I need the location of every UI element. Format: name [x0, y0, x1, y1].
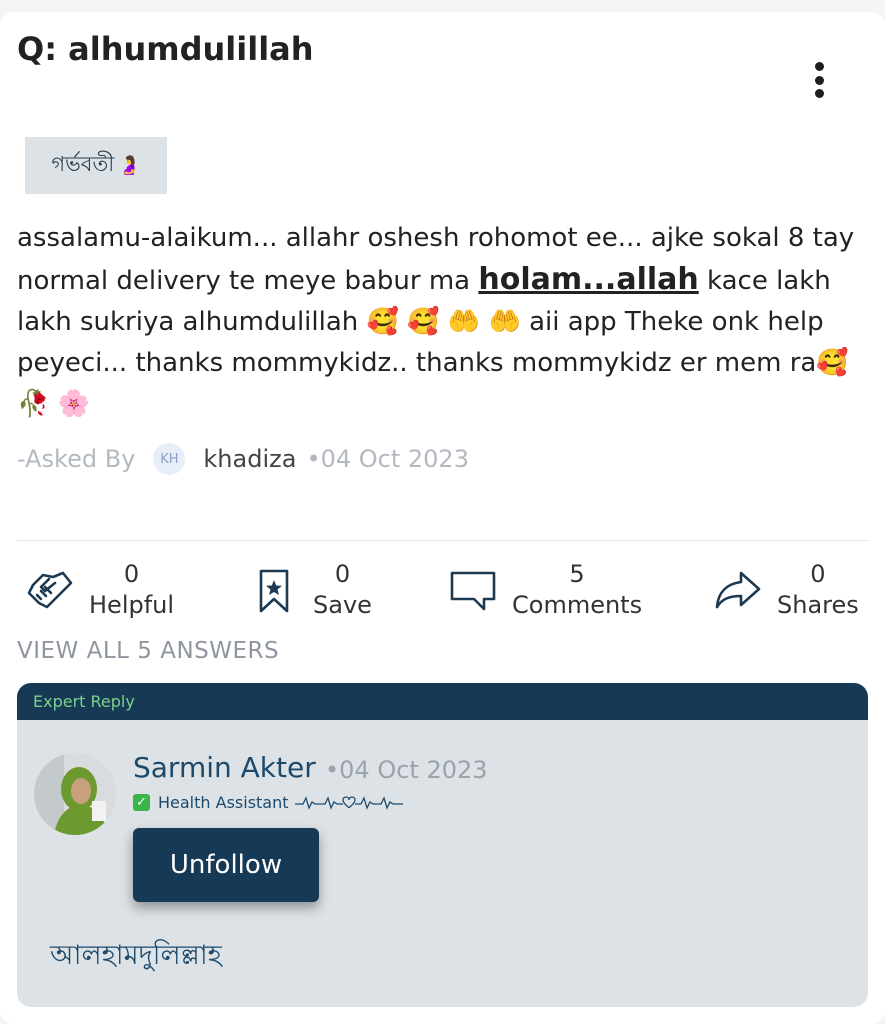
- shares-count: 0: [810, 559, 826, 588]
- comments-label: Comments: [512, 590, 643, 619]
- save-label: Save: [313, 590, 372, 619]
- expert-reply-header: Expert Reply: [17, 683, 868, 720]
- save-button[interactable]: 0 Save: [249, 552, 372, 627]
- question-body: assalamu-alaikum... allahr oshesh rohomo…: [17, 218, 877, 425]
- verified-check-icon: ✓: [133, 794, 150, 811]
- view-all-answers-link[interactable]: VIEW ALL 5 ANSWERS: [17, 638, 279, 664]
- question-date: •04 Oct 2023: [306, 445, 469, 473]
- asker-name[interactable]: khadiza: [203, 445, 296, 473]
- pregnant-emoji: 🤰: [118, 155, 141, 176]
- avatar[interactable]: [34, 753, 116, 835]
- share-button[interactable]: 0 Shares: [713, 552, 859, 627]
- asked-by-label: -Asked By: [17, 445, 136, 473]
- expert-reply-label: Expert Reply: [33, 692, 135, 711]
- comments-count: 5: [569, 559, 585, 588]
- bookmark-star-icon: [259, 569, 289, 612]
- comment-bubble-icon: [450, 571, 496, 610]
- shares-label: Shares: [777, 590, 859, 619]
- heartbeat-icon: [294, 795, 403, 810]
- more-options-icon[interactable]: [804, 60, 834, 100]
- save-count: 0: [334, 559, 351, 588]
- handshake-icon: [27, 571, 73, 608]
- divider: [17, 540, 868, 541]
- profile-photo-icon: [34, 753, 116, 835]
- question-body-bold: holam...allah: [478, 262, 699, 297]
- reply-text: আলহামদুলিল্লাহ: [50, 940, 222, 971]
- comments-button[interactable]: 5 Comments: [448, 552, 642, 627]
- question-title: Q: alhumdulillah: [17, 30, 314, 68]
- expert-name[interactable]: Sarmin Akter: [133, 751, 316, 784]
- helpful-button[interactable]: 0 Helpful: [25, 552, 174, 627]
- category-tag-label: গর্ভবতী: [51, 152, 115, 176]
- category-tag[interactable]: গর্ভবতী 🤰: [25, 137, 167, 194]
- share-arrow-icon: [715, 571, 761, 608]
- unfollow-button[interactable]: Unfollow: [133, 828, 319, 902]
- helpful-label: Helpful: [89, 590, 175, 619]
- reply-date: •04 Oct 2023: [325, 756, 488, 784]
- expert-reply-card: Expert Reply Sarmin Akter •04 Oct 2023 ✓…: [17, 683, 868, 1007]
- expert-role-label: Health Assistant: [158, 793, 289, 812]
- expert-role: ✓ Health Assistant: [133, 793, 407, 812]
- question-card: Q: alhumdulillah গর্ভবতী 🤰 assalamu-alai…: [0, 12, 885, 1024]
- helpful-count: 0: [123, 559, 140, 588]
- asker-avatar[interactable]: KH: [153, 443, 186, 475]
- asked-by-row: -Asked By KH khadiza •04 Oct 2023: [17, 442, 469, 476]
